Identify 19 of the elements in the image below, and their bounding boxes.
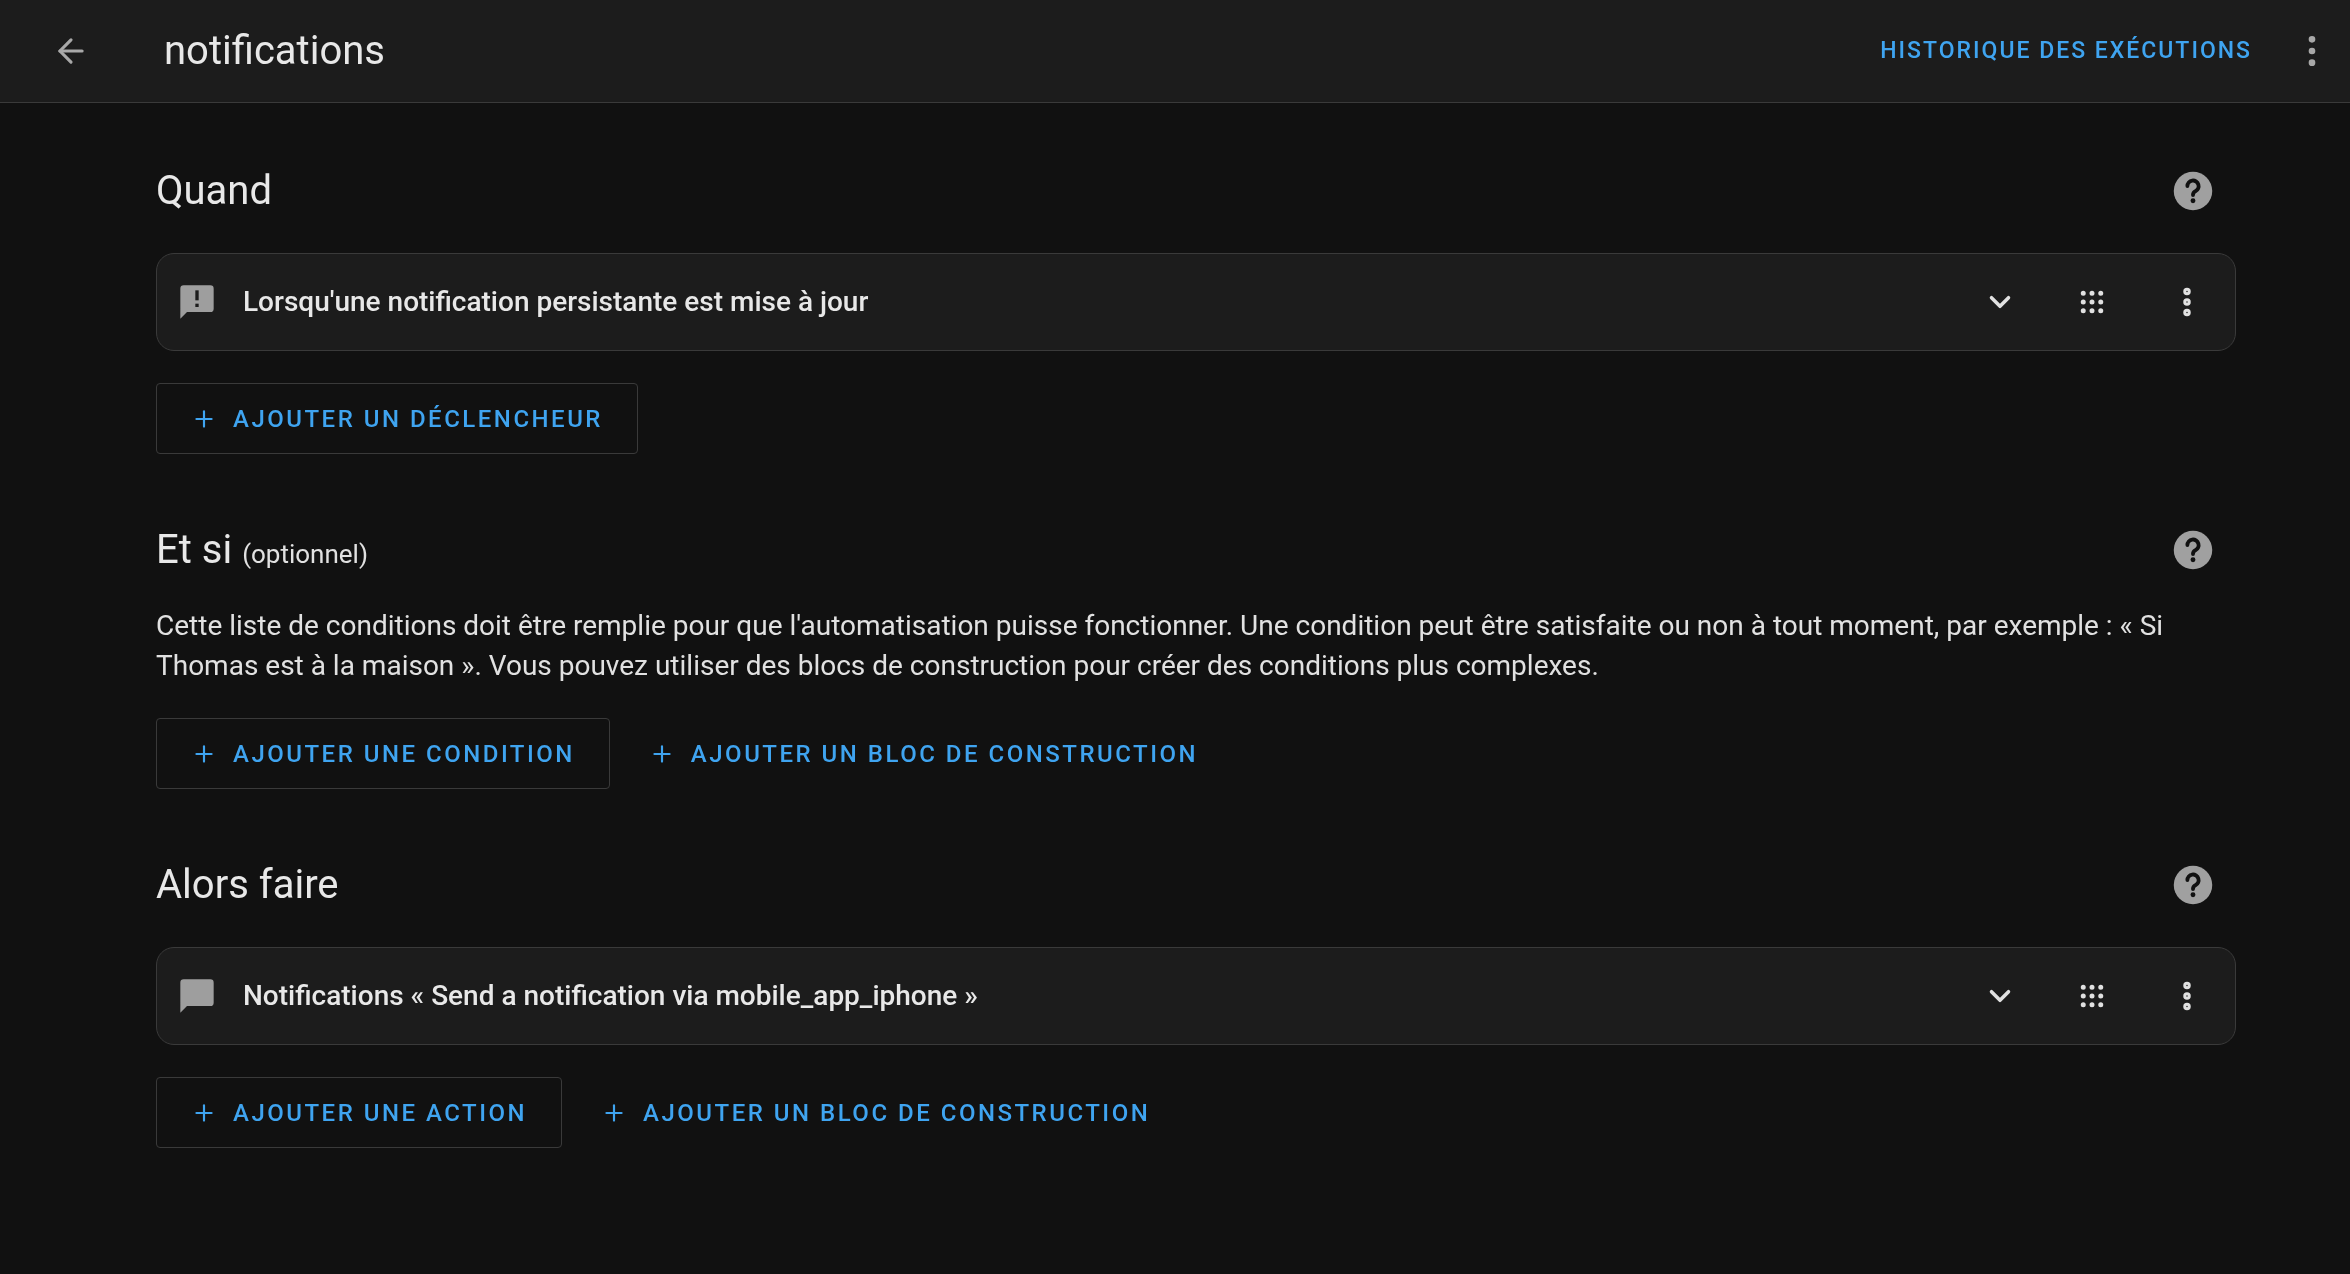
help-icon[interactable] <box>2172 170 2214 212</box>
section-title: Quand <box>156 166 272 216</box>
add-button[interactable]: AJOUTER UNE ACTION <box>156 1077 563 1148</box>
add-button[interactable]: AJOUTER UNE CONDITION <box>156 718 610 789</box>
history-link[interactable]: HISTORIQUE DES EXÉCUTIONS <box>1880 33 2252 69</box>
section-description: Cette liste de conditions doit être remplie pour que l'automatisation puisse fonctionner. Une condition peut être satisfaite ou non à tout moment, par exemple : « Si Thomas est à la maison ». Vous pouvez utiliser des blocs de construction pour créer des conditions plus complexes. <box>156 608 2165 684</box>
add-text-button[interactable]: AJOUTER UN BLOC DE CONSTRUCTION <box>613 718 1233 789</box>
add-button[interactable]: AJOUTER UN DÉCLENCHEUR <box>156 383 638 454</box>
list-card[interactable]: Notifications « Send a notification via mobile_app_iphone » <box>156 947 2236 1045</box>
page-title: notifications <box>164 26 385 76</box>
help-icon[interactable] <box>2172 864 2214 906</box>
optional-label: (optionnel) <box>242 538 368 571</box>
help-icon[interactable] <box>2172 529 2214 571</box>
section-title: Alors faire <box>156 860 339 910</box>
list-card[interactable]: Lorsqu'une notification persistante est mise à jour <box>156 253 2236 351</box>
add-text-button[interactable]: AJOUTER UN BLOC DE CONSTRUCTION <box>566 1077 1186 1148</box>
section-title: Et si <box>156 525 233 575</box>
card-label: Notifications « Send a notification via mobile_app_iphone » <box>243 978 978 1014</box>
card-label: Lorsqu'une notification persistante est mise à jour <box>243 284 869 320</box>
